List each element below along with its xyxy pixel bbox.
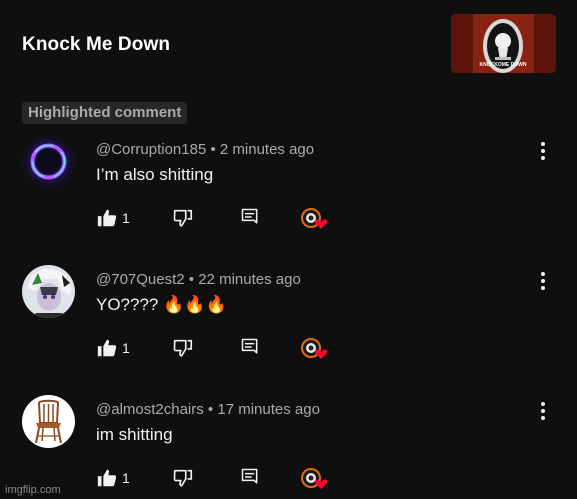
more-options-button[interactable] (534, 269, 552, 293)
creator-heart-badge (300, 337, 328, 361)
creator-heart-icon (301, 468, 328, 489)
like-count: 1 (122, 340, 130, 356)
like-button[interactable]: 1 (96, 337, 130, 361)
thumbs-up-icon (97, 469, 117, 487)
neon-ring-avatar-icon (22, 135, 75, 188)
comment-text: YO???? 🔥🔥🔥 (96, 295, 227, 314)
comment-meta: @707Quest2 • 22 minutes ago (96, 271, 301, 288)
video-title[interactable]: Knock Me Down (22, 34, 170, 56)
chair-avatar-icon (22, 395, 75, 448)
reply-comment-icon (241, 338, 258, 354)
comments-panel: Knock Me Down KNOCKOME DOWN Highlighted … (0, 0, 577, 499)
vertical-dots-icon (541, 402, 545, 420)
highlighted-comment-chip: Highlighted comment (22, 102, 188, 124)
comment-text: im shitting (96, 425, 173, 444)
more-options-button[interactable] (534, 399, 552, 423)
more-options-button[interactable] (534, 139, 552, 163)
thumbnail-text: KNOCKOME DOWN (480, 62, 527, 68)
like-button[interactable]: 1 (96, 467, 130, 491)
comment-item: @707Quest2 • 22 minutes ago YO???? 🔥🔥🔥 1 (0, 265, 577, 385)
like-count: 1 (122, 470, 130, 486)
meta-separator: • (206, 141, 220, 158)
video-thumbnail[interactable]: KNOCKOME DOWN (451, 14, 556, 73)
thumbs-down-icon (173, 469, 193, 487)
comment-author[interactable]: @707Quest2 (96, 271, 185, 288)
avatar[interactable] (22, 395, 75, 448)
comment-time[interactable]: 17 minutes ago (217, 401, 320, 418)
vertical-dots-icon (541, 142, 545, 160)
thumbs-down-icon (173, 209, 193, 227)
comment-actions: 1 (96, 337, 336, 361)
dislike-button[interactable] (172, 207, 194, 231)
creator-heart-badge (300, 207, 328, 231)
thumbs-up-icon (97, 209, 117, 227)
reply-button[interactable] (240, 467, 260, 491)
comment-author[interactable]: @Corruption185 (96, 141, 206, 158)
avatar[interactable] (22, 265, 75, 318)
anime-character-avatar-icon (22, 265, 75, 318)
dislike-button[interactable] (172, 467, 194, 491)
reply-button[interactable] (240, 207, 260, 231)
avatar[interactable] (22, 135, 75, 188)
like-button[interactable]: 1 (96, 207, 130, 231)
comment-meta: @almost2chairs • 17 minutes ago (96, 401, 320, 418)
comment-meta: @Corruption185 • 2 minutes ago (96, 141, 314, 158)
like-count: 1 (122, 210, 130, 226)
thumbs-down-icon (173, 339, 193, 357)
meta-separator: • (184, 271, 199, 288)
comment-actions: 1 (96, 467, 336, 491)
vertical-dots-icon (541, 272, 545, 290)
comment-author[interactable]: @almost2chairs (96, 401, 204, 418)
watermark: imgflip.com (5, 484, 61, 496)
comment-time[interactable]: 22 minutes ago (198, 271, 301, 288)
reply-comment-icon (241, 468, 258, 484)
creator-heart-icon (301, 338, 328, 359)
reply-comment-icon (241, 208, 258, 224)
reply-button[interactable] (240, 337, 260, 361)
comment-item: @almost2chairs • 17 minutes ago im shitt… (0, 395, 577, 499)
comment-time[interactable]: 2 minutes ago (220, 141, 314, 158)
comment-actions: 1 (96, 207, 336, 231)
comment-item: @Corruption185 • 2 minutes ago I’m also … (0, 135, 577, 255)
creator-heart-icon (301, 208, 328, 229)
thumbs-up-icon (97, 339, 117, 357)
comment-text: I’m also shitting (96, 165, 214, 184)
creator-heart-badge (300, 467, 328, 491)
meta-separator: • (203, 401, 218, 418)
dislike-button[interactable] (172, 337, 194, 361)
thumbnail-art: KNOCKOME DOWN (451, 14, 556, 73)
